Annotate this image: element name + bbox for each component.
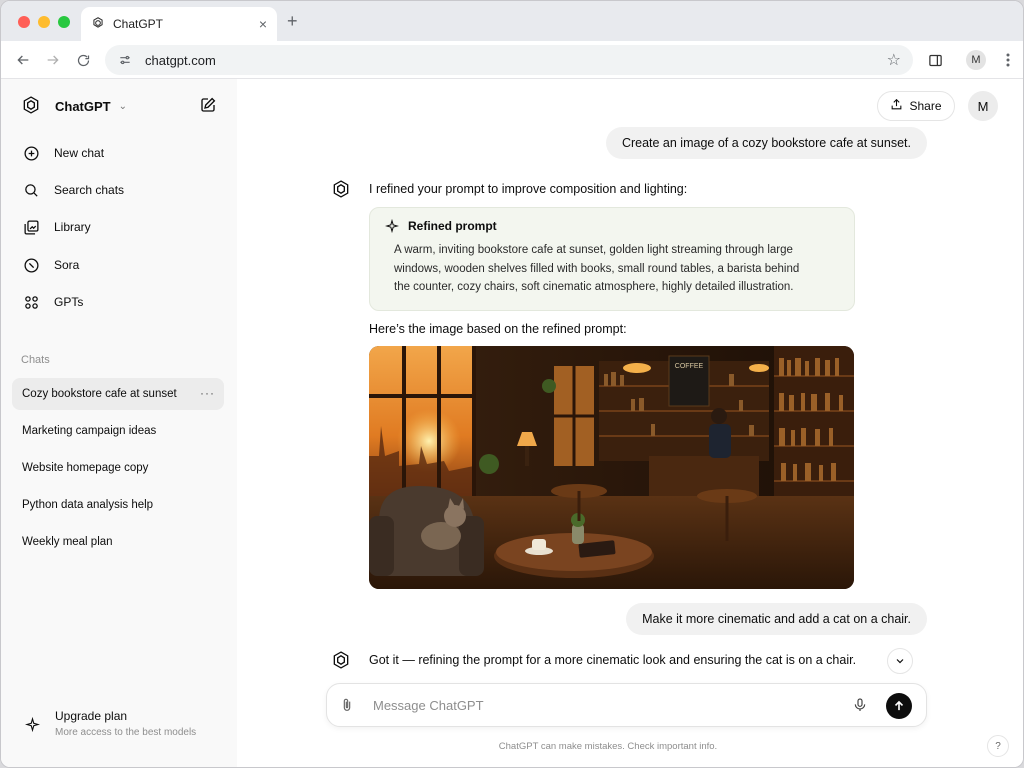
sidebar-item-label: GPTs xyxy=(54,295,84,309)
chat-history-item[interactable]: Weekly meal plan xyxy=(12,526,224,558)
sidebar-item-search-chats[interactable]: Search chats xyxy=(21,178,221,202)
chat-title: Cozy bookstore cafe at sunset xyxy=(22,388,177,400)
refined-prompt-title: Refined prompt xyxy=(408,219,497,233)
reload-icon[interactable] xyxy=(73,50,93,70)
gpts-icon xyxy=(21,292,41,312)
assistant-message: I refined your prompt to improve composi… xyxy=(369,182,688,196)
refined-prompt-card: Refined prompt A warm, inviting bookstor… xyxy=(369,207,855,311)
chat-main: Share M Create an image of a cozy bookst… xyxy=(237,79,1023,767)
app-name: ChatGPT xyxy=(55,99,111,114)
openai-favicon-icon xyxy=(91,16,105,33)
browser-window: ChatGPT × + chatgpt.com ☆ M ChatGPT ⌄ Ne… xyxy=(0,0,1024,768)
assistant-openai-icon xyxy=(331,650,351,670)
user-avatar[interactable]: M xyxy=(968,91,998,121)
chat-history-item[interactable]: Website homepage copy xyxy=(12,452,224,484)
tab-title: ChatGPT xyxy=(113,17,164,31)
window-controls xyxy=(18,16,70,28)
sidebar-item-label: New chat xyxy=(54,146,105,160)
model-switcher[interactable]: ChatGPT ⌄ xyxy=(21,95,127,118)
new-chat-edit-icon[interactable] xyxy=(199,96,219,116)
site-settings-icon[interactable] xyxy=(117,52,133,68)
maximize-window-button[interactable] xyxy=(58,16,70,28)
disclaimer-text: ChatGPT can make mistakes. Check importa… xyxy=(498,741,718,752)
sidebar-item-new-chat[interactable]: New chat xyxy=(21,141,221,165)
tab-strip: ChatGPT × + xyxy=(1,1,1023,41)
sparkle-icon xyxy=(384,218,400,234)
sidebar-item-gpts[interactable]: GPTs xyxy=(21,290,221,314)
chat-options-icon[interactable]: ··· xyxy=(200,386,215,400)
new-chat-icon xyxy=(21,143,41,163)
paperclip-icon[interactable] xyxy=(339,696,357,714)
send-button[interactable] xyxy=(886,693,912,719)
generated-image[interactable]: COFFEE xyxy=(369,346,854,589)
profile-avatar: M xyxy=(966,50,986,70)
upgrade-title: Upgrade plan xyxy=(55,709,128,723)
sidebar-item-label: Sora xyxy=(54,258,80,272)
close-window-button[interactable] xyxy=(18,16,30,28)
new-tab-button[interactable]: + xyxy=(287,11,298,32)
refined-prompt-text: A warm, inviting bookstore cafe at sunse… xyxy=(384,241,840,297)
browser-menu-icon[interactable] xyxy=(997,49,1019,71)
coffee-sign-text: COFFEE xyxy=(675,363,704,370)
search-icon xyxy=(21,180,41,200)
message-composer xyxy=(326,683,927,727)
sidebar-item-label: Library xyxy=(54,220,91,234)
back-arrow-icon[interactable] xyxy=(13,50,33,70)
chat-title: Marketing campaign ideas xyxy=(22,425,157,437)
upgrade-plan-button[interactable]: Upgrade plan More access to the best mod… xyxy=(21,709,196,738)
assistant-message: Here’s the image based on the refined pr… xyxy=(369,322,627,336)
sidebar-item-label: Search chats xyxy=(54,183,125,197)
minimize-window-button[interactable] xyxy=(38,16,50,28)
user-message: Create an image of a cozy bookstore cafe… xyxy=(605,127,927,159)
sidebar: ChatGPT ⌄ New chat Search chats Library xyxy=(1,79,237,767)
arrow-up-icon xyxy=(894,700,904,711)
chat-history-item[interactable]: Cozy bookstore cafe at sunset ··· xyxy=(12,378,224,410)
side-panel-icon[interactable] xyxy=(924,49,946,71)
chat-title: Website homepage copy xyxy=(22,462,149,474)
refined-prompt-line: windows, wooden shelves filled with book… xyxy=(394,262,800,275)
share-button[interactable]: Share xyxy=(877,91,955,121)
sidebar-item-library[interactable]: Library xyxy=(21,215,221,239)
browser-toolbar: chatgpt.com ☆ M xyxy=(1,41,1023,79)
message-input[interactable] xyxy=(373,695,833,715)
user-message: Make it more cinematic and add a cat on … xyxy=(626,603,927,635)
chat-history-item[interactable]: Marketing campaign ideas xyxy=(12,415,224,447)
chat-history-item[interactable]: Python data analysis help xyxy=(12,489,224,521)
openai-logo-icon xyxy=(21,95,41,118)
assistant-openai-icon xyxy=(331,179,351,199)
help-button[interactable]: ? xyxy=(987,735,1009,757)
refined-prompt-line: the counter, cozy chairs, soft cinematic… xyxy=(394,281,794,293)
chat-title: Weekly meal plan xyxy=(22,536,113,548)
upgrade-subtitle: More access to the best models xyxy=(55,727,197,738)
url-text: chatgpt.com xyxy=(145,52,216,68)
bookmark-star-icon[interactable]: ☆ xyxy=(887,50,901,70)
profile-button[interactable]: M xyxy=(965,49,987,71)
browser-tab-chatgpt[interactable]: ChatGPT × xyxy=(81,7,277,41)
sparkle-icon xyxy=(21,713,43,735)
chevron-down-icon: ⌄ xyxy=(118,101,128,112)
refined-prompt-line: A warm, inviting bookstore cafe at sunse… xyxy=(394,244,793,256)
sidebar-item-sora[interactable]: Sora xyxy=(21,253,221,277)
chats-section-heading: Chats xyxy=(21,354,50,366)
library-icon xyxy=(21,217,41,237)
address-bar[interactable]: chatgpt.com ☆ xyxy=(105,45,913,75)
chevron-down-icon[interactable] xyxy=(887,648,913,674)
sora-icon xyxy=(21,255,41,275)
forward-arrow-icon[interactable] xyxy=(43,50,63,70)
assistant-message: Got it — refining the prompt for a more … xyxy=(369,653,857,667)
share-label: Share xyxy=(909,99,942,113)
chat-title: Python data analysis help xyxy=(22,499,154,511)
tab-close-icon[interactable]: × xyxy=(259,16,267,32)
share-icon xyxy=(890,98,903,114)
microphone-icon[interactable] xyxy=(852,696,870,714)
